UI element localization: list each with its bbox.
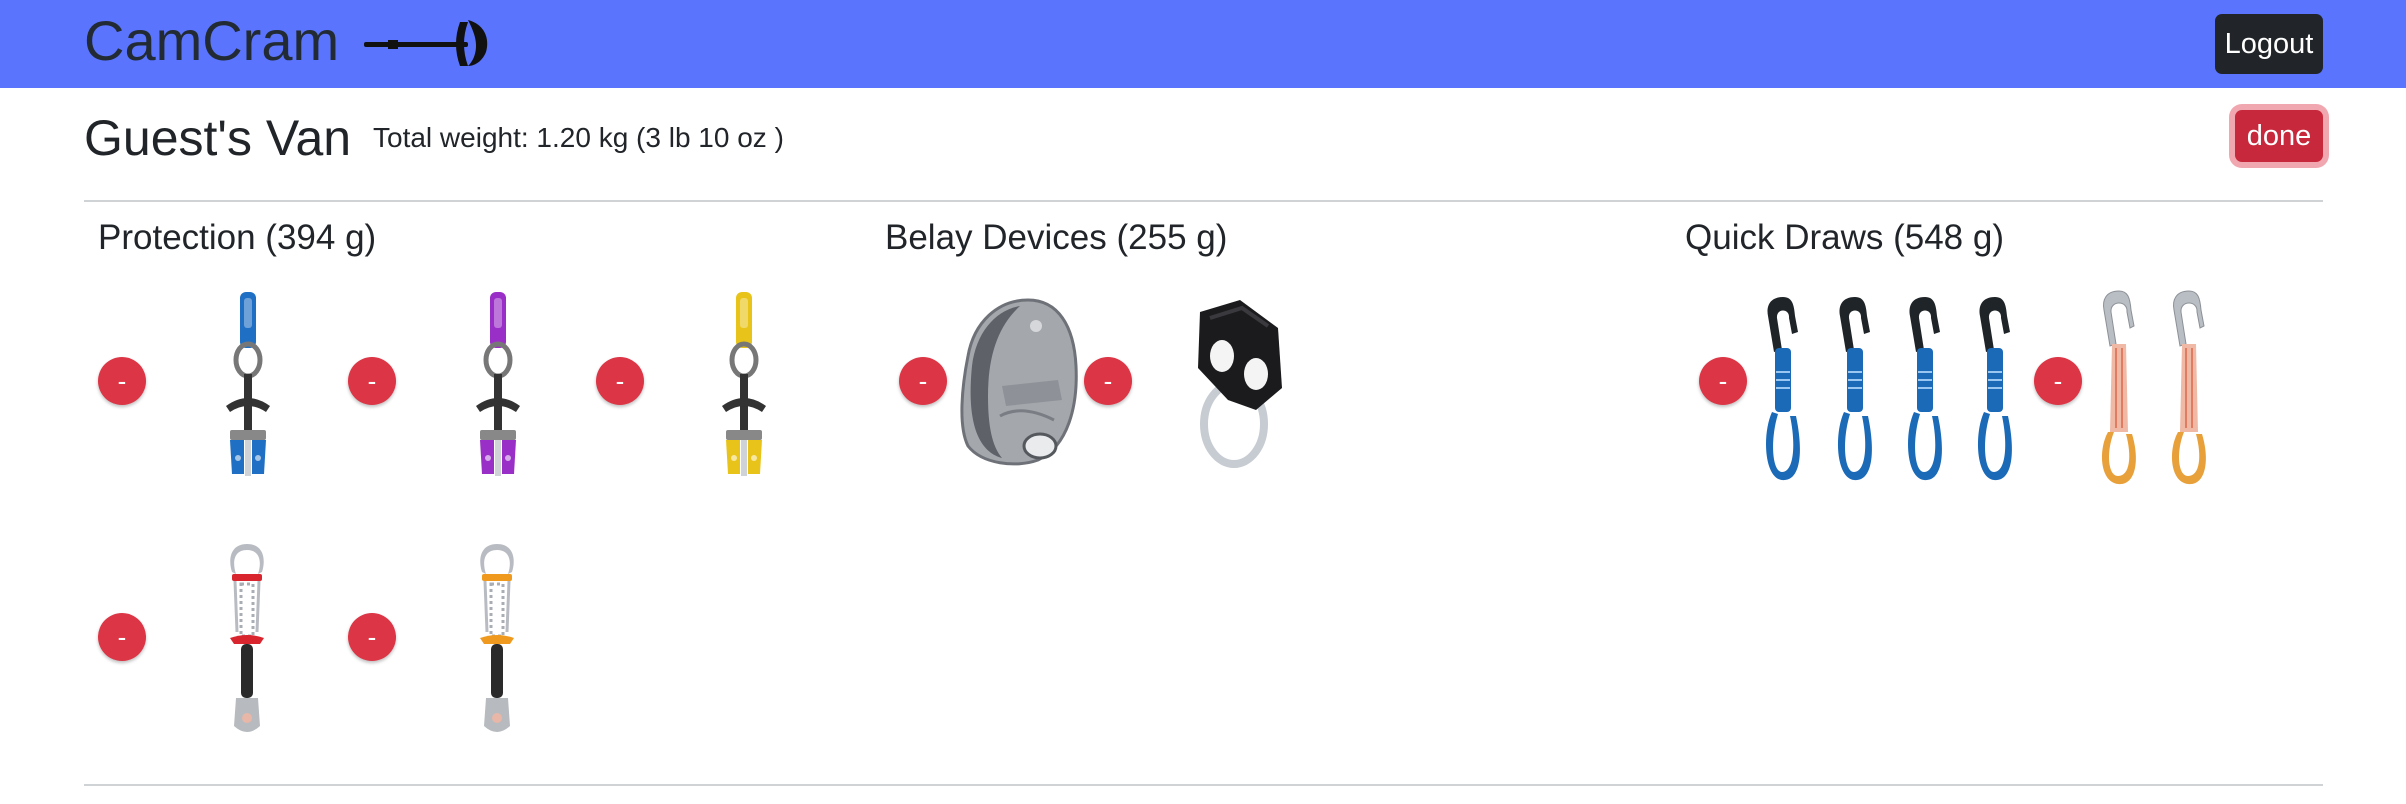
total-weight: Total weight: 1.20 kg (3 lb 10 oz )	[373, 122, 784, 153]
category-title-belay-devices: Belay Devices (255 g)	[885, 218, 1228, 257]
remove-item-button[interactable]: -	[596, 357, 644, 405]
bottom-divider	[84, 784, 2323, 786]
grigri-icon[interactable]	[958, 296, 1080, 466]
remove-item-button[interactable]: -	[899, 357, 947, 405]
blue-cam-icon[interactable]	[218, 290, 278, 480]
orange-quickdraw-set-icon[interactable]	[2096, 288, 2216, 488]
remove-item-button[interactable]: -	[348, 613, 396, 661]
logout-button[interactable]: Logout	[2215, 14, 2323, 74]
remove-item-button[interactable]: -	[2034, 357, 2082, 405]
category-title-quick-draws: Quick Draws (548 g)	[1685, 218, 2004, 257]
blue-quickdraw-set-icon[interactable]	[1760, 294, 2020, 484]
purple-cam-icon[interactable]	[468, 290, 528, 480]
atc-guide-icon[interactable]	[1180, 298, 1286, 470]
page-title: Guest's Van	[84, 110, 352, 166]
remove-item-button[interactable]: -	[1699, 357, 1747, 405]
navbar: CamCram Logout	[0, 0, 2406, 88]
climbing-hammer-icon	[364, 20, 488, 66]
yellow-cam-icon[interactable]	[714, 290, 774, 480]
top-divider	[84, 200, 2323, 202]
remove-item-button[interactable]: -	[348, 357, 396, 405]
category-title-protection: Protection (394 g)	[98, 218, 377, 257]
red-tricam-icon[interactable]	[222, 540, 272, 740]
remove-item-button[interactable]: -	[98, 357, 146, 405]
remove-item-button[interactable]: -	[1084, 357, 1132, 405]
orange-tricam-icon[interactable]	[472, 540, 522, 740]
remove-item-button[interactable]: -	[98, 613, 146, 661]
brand-name[interactable]: CamCram	[84, 6, 339, 76]
done-button[interactable]: done	[2235, 110, 2323, 162]
